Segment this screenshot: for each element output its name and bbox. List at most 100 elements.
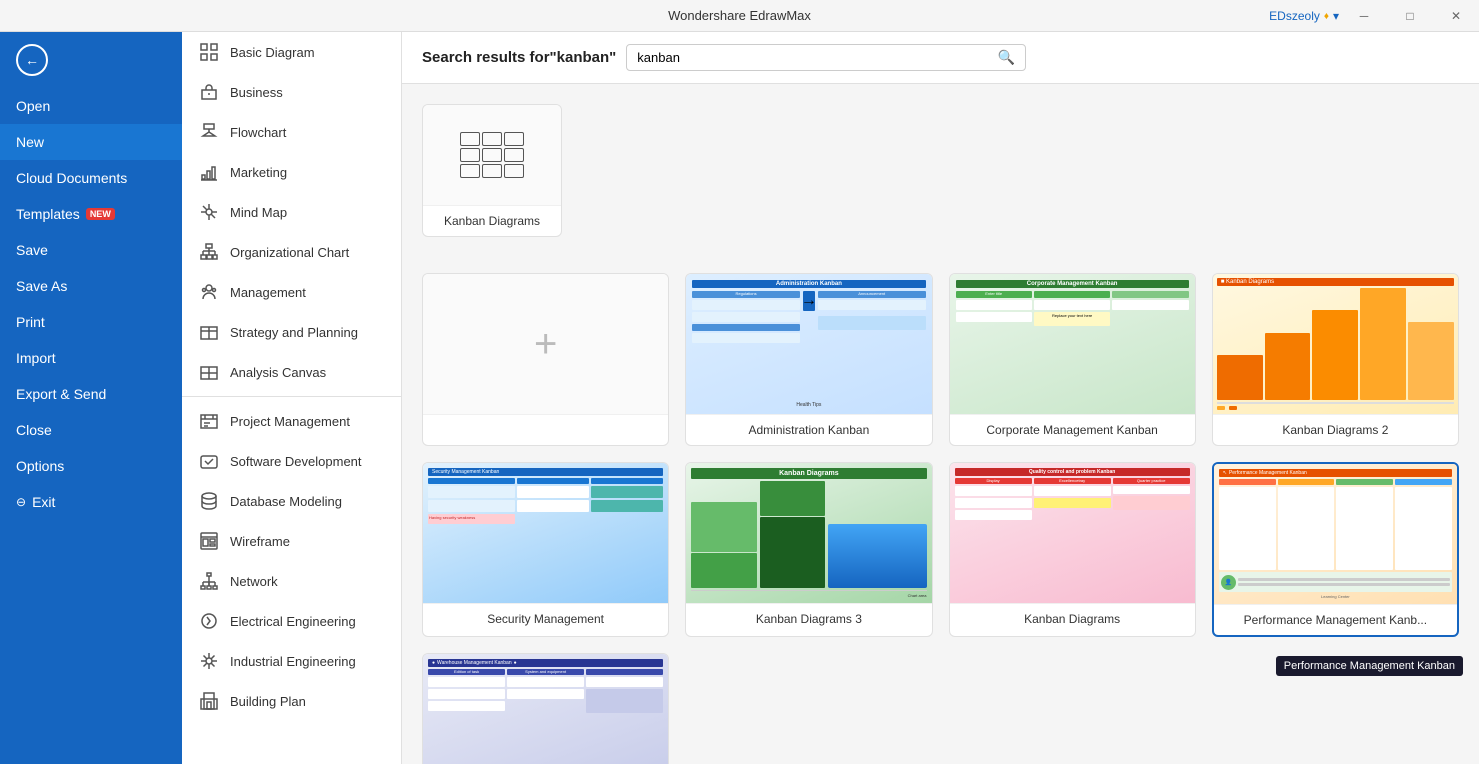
strategy-icon <box>198 321 220 343</box>
sidebar-label-exit: Exit <box>32 494 55 510</box>
cat-label-orgchart: Organizational Chart <box>230 245 349 260</box>
cat-item-basic[interactable]: Basic Diagram <box>182 32 401 72</box>
search-icon[interactable]: 🔍 <box>998 49 1015 66</box>
admin-thumb: Administration Kanban Regulations <box>686 274 931 414</box>
close-button[interactable]: ✕ <box>1433 0 1479 32</box>
cat-item-business[interactable]: Business <box>182 72 401 112</box>
left-sidebar: ← Open New Cloud Documents Templates NEW… <box>0 32 182 764</box>
new-blank-template[interactable]: + <box>422 273 669 446</box>
sidebar-label-save: Save <box>16 242 48 258</box>
sidebar-label-export: Export & Send <box>16 386 106 402</box>
search-input[interactable] <box>637 50 998 65</box>
cat-item-software[interactable]: Software Development <box>182 441 401 481</box>
sidebar-item-print[interactable]: Print <box>0 304 182 340</box>
search-bar-area: Search results for"kanban" 🔍 <box>402 32 1479 84</box>
kanban-plain-thumb: Quality control and problem Kanban Displ… <box>950 463 1195 603</box>
cat-item-flowchart[interactable]: Flowchart <box>182 112 401 152</box>
template-corp-kanban[interactable]: Corporate Management Kanban Enter title <box>949 273 1196 446</box>
kanban-category-label: Kanban Diagrams <box>423 205 561 236</box>
cat-item-industrial[interactable]: Industrial Engineering <box>182 641 401 681</box>
template-security[interactable]: Security Management Kanban Having securi… <box>422 462 669 637</box>
sidebar-item-options[interactable]: Options <box>0 448 182 484</box>
window-controls: ─ □ ✕ <box>1341 0 1479 32</box>
content-scroll: Kanban Diagrams + Administration Kanban <box>402 84 1479 764</box>
kanban-category-card[interactable]: Kanban Diagrams <box>422 104 562 237</box>
cat-label-marketing: Marketing <box>230 165 287 180</box>
cat-label-strategy: Strategy and Planning <box>230 325 358 340</box>
sidebar-item-new[interactable]: New <box>0 124 182 160</box>
warehouse-thumb: ●Warehouse Management Kanban● Edition of… <box>423 654 668 764</box>
cat-item-database[interactable]: Database Modeling <box>182 481 401 521</box>
back-circle-icon: ← <box>16 44 48 76</box>
industrial-icon <box>198 650 220 672</box>
sidebar-label-templates: Templates <box>16 206 80 222</box>
main-content: Search results for"kanban" 🔍 <box>402 32 1479 764</box>
cat-label-industrial: Industrial Engineering <box>230 654 356 669</box>
cat-item-project[interactable]: Project Management <box>182 401 401 441</box>
sidebar-item-open[interactable]: Open <box>0 88 182 124</box>
sidebar-item-export[interactable]: Export & Send <box>0 376 182 412</box>
sidebar-label-new: New <box>16 134 44 150</box>
sidebar-label-print: Print <box>16 314 45 330</box>
cat-label-basic: Basic Diagram <box>230 45 315 60</box>
search-input-wrap[interactable]: 🔍 <box>626 44 1026 71</box>
template-warehouse[interactable]: ●Warehouse Management Kanban● Edition of… <box>422 653 669 764</box>
kanban-grid-icon <box>450 122 534 188</box>
cat-item-wireframe[interactable]: Wireframe <box>182 521 401 561</box>
sidebar-label-import: Import <box>16 350 56 366</box>
template-performance[interactable]: ↖Performance Management Kanban <box>1212 462 1459 637</box>
sidebar-item-exit[interactable]: ⊖ Exit <box>0 484 182 520</box>
main-layout: ← Open New Cloud Documents Templates NEW… <box>0 32 1479 764</box>
corp-thumb: Corporate Management Kanban Enter title <box>950 274 1195 414</box>
user-dropdown-icon[interactable]: ▾ <box>1333 9 1339 23</box>
search-results-label: Search results for"kanban" <box>422 49 616 66</box>
app-title: Wondershare EdrawMax <box>668 8 811 23</box>
template-kanban-plain[interactable]: Quality control and problem Kanban Displ… <box>949 462 1196 637</box>
database-icon <box>198 490 220 512</box>
warehouse-row: ●Warehouse Management Kanban● Edition of… <box>422 653 1459 764</box>
blank-label <box>423 414 668 431</box>
template-kanban3[interactable]: Kanban Diagrams <box>685 462 932 637</box>
cat-item-strategy[interactable]: Strategy and Planning <box>182 312 401 352</box>
kanban-icon-thumb <box>423 105 561 205</box>
sidebar-item-close[interactable]: Close <box>0 412 182 448</box>
minimize-button[interactable]: ─ <box>1341 0 1387 32</box>
electrical-icon <box>198 610 220 632</box>
template-kanban2[interactable]: ■ Kanban Diagrams <box>1212 273 1459 446</box>
sidebar-item-save-as[interactable]: Save As <box>0 268 182 304</box>
sidebar-item-cloud[interactable]: Cloud Documents <box>0 160 182 196</box>
sidebar-item-templates[interactable]: Templates NEW <box>0 196 182 232</box>
cat-item-mindmap[interactable]: Mind Map <box>182 192 401 232</box>
templates-new-badge: NEW <box>86 208 115 220</box>
project-icon <box>198 410 220 432</box>
cat-item-analysis[interactable]: Analysis Canvas <box>182 352 401 392</box>
cat-item-building[interactable]: Building Plan <box>182 681 401 721</box>
business-icon <box>198 81 220 103</box>
sidebar-item-import[interactable]: Import <box>0 340 182 376</box>
building-icon <box>198 690 220 712</box>
cat-item-network[interactable]: Network <box>182 561 401 601</box>
cat-label-analysis: Analysis Canvas <box>230 365 326 380</box>
cat-item-electrical[interactable]: Electrical Engineering <box>182 601 401 641</box>
category-card-row: Kanban Diagrams <box>422 104 1459 257</box>
back-button[interactable]: ← <box>0 32 182 88</box>
basic-diagram-icon <box>198 41 220 63</box>
kanban2-label: Kanban Diagrams 2 <box>1213 414 1458 445</box>
cat-item-orgchart[interactable]: Organizational Chart <box>182 232 401 272</box>
cat-item-marketing[interactable]: Marketing <box>182 152 401 192</box>
sidebar-label-close: Close <box>16 422 52 438</box>
crown-icon: ♦ <box>1324 11 1329 22</box>
sidebar-label-cloud: Cloud Documents <box>16 170 127 186</box>
cat-label-database: Database Modeling <box>230 494 342 509</box>
template-admin-kanban[interactable]: Administration Kanban Regulations <box>685 273 932 446</box>
network-icon <box>198 570 220 592</box>
sidebar-item-save[interactable]: Save <box>0 232 182 268</box>
maximize-button[interactable]: □ <box>1387 0 1433 32</box>
cat-label-mindmap: Mind Map <box>230 205 287 220</box>
cat-item-management[interactable]: Management <box>182 272 401 312</box>
kanban3-label: Kanban Diagrams 3 <box>686 603 931 634</box>
cat-label-wireframe: Wireframe <box>230 534 290 549</box>
performance-thumb: ↖Performance Management Kanban <box>1214 464 1457 604</box>
cat-label-business: Business <box>230 85 283 100</box>
admin-kanban-label: Administration Kanban <box>686 414 931 445</box>
